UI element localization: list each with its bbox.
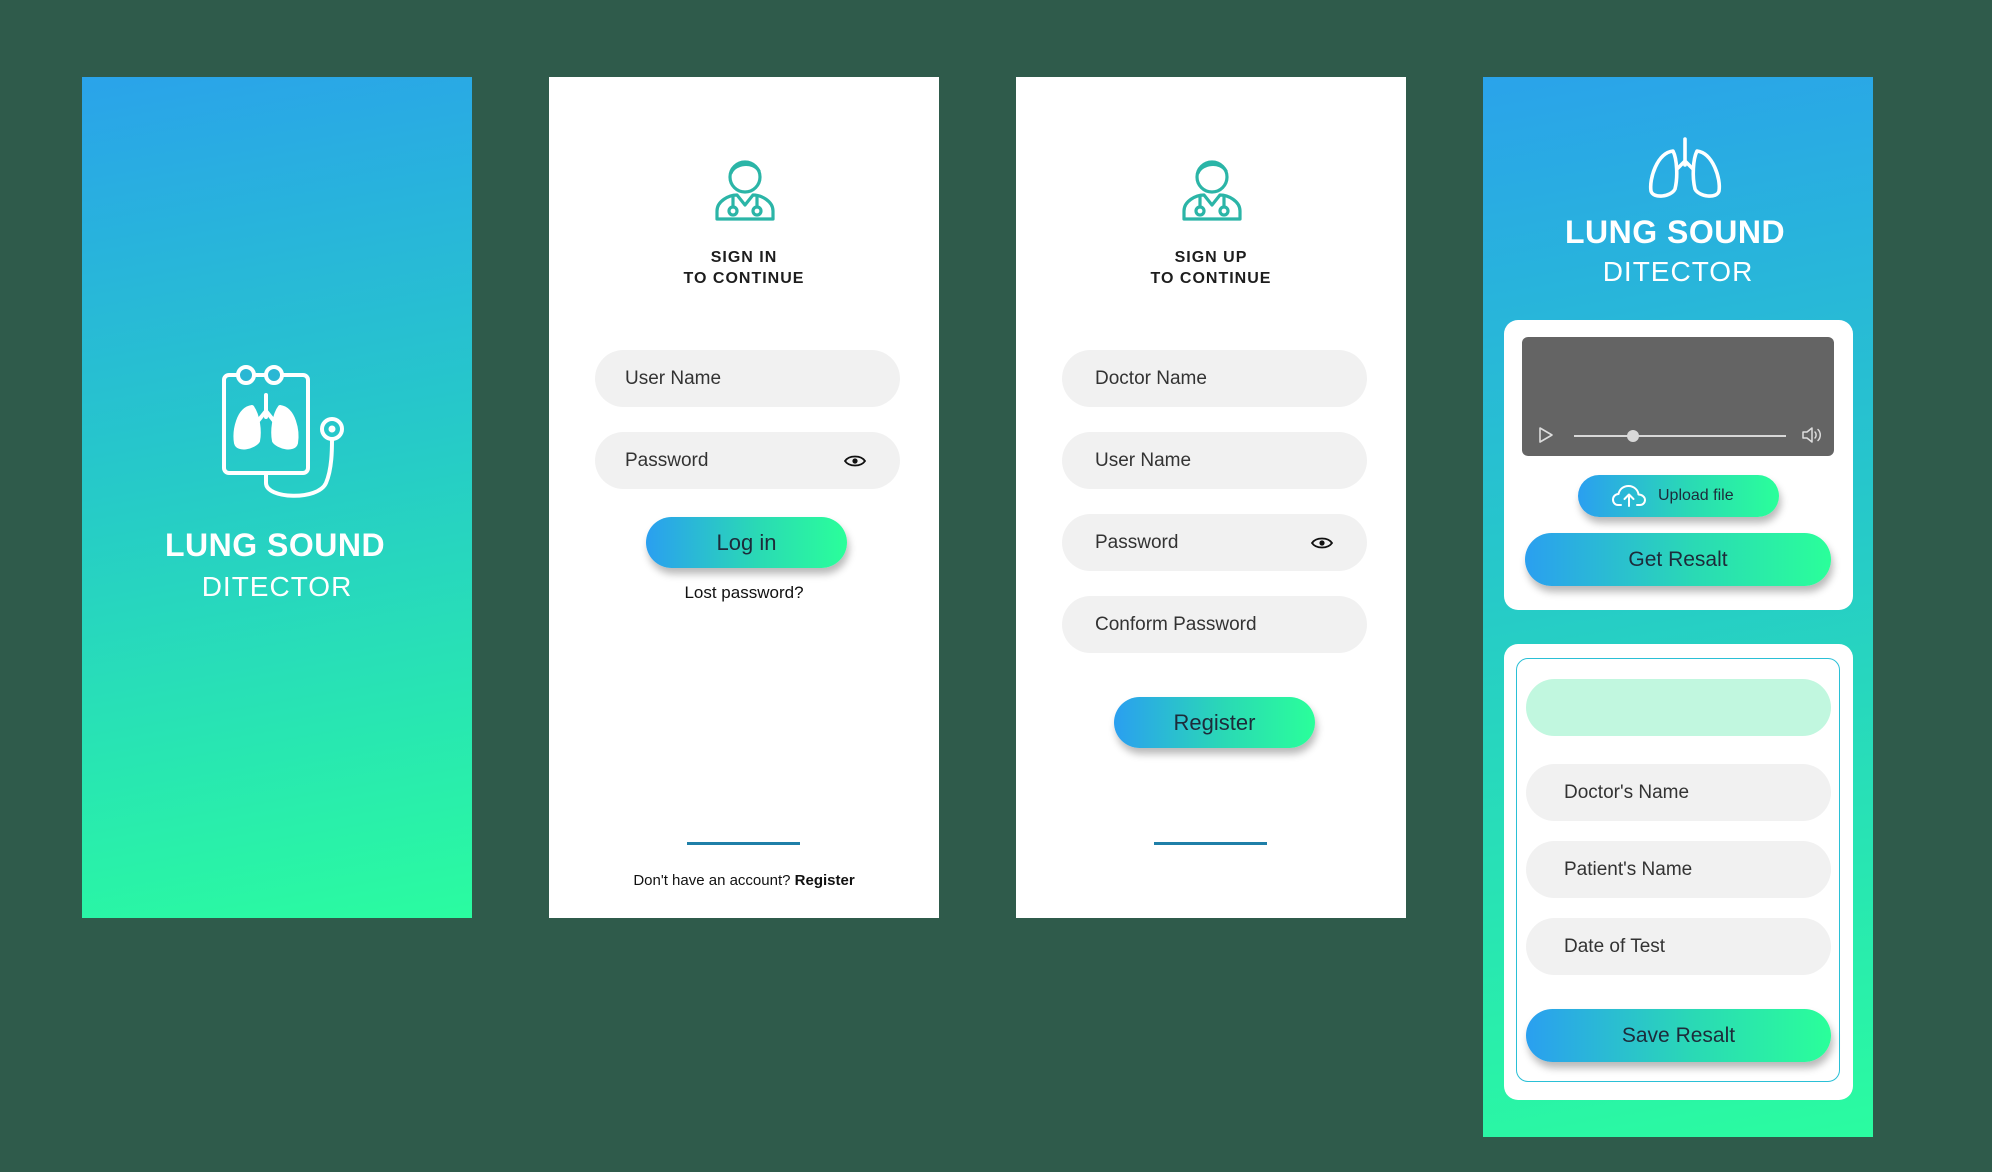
lost-password-link[interactable]: Lost password? <box>549 583 939 603</box>
upload-card: Upload file Get Resalt <box>1504 320 1853 610</box>
audio-progress-knob[interactable] <box>1627 430 1640 442</box>
app-subtitle: DITECTOR <box>1602 256 1754 287</box>
show-password-eye-icon[interactable] <box>844 454 866 468</box>
play-icon[interactable] <box>1538 426 1554 444</box>
show-password-eye-icon[interactable] <box>1311 536 1333 550</box>
password-placeholder: Password <box>1095 531 1179 553</box>
confirm-password-placeholder: Conform Password <box>1095 613 1257 635</box>
cloud-upload-icon <box>1612 485 1646 507</box>
register-button[interactable]: Register <box>1114 697 1315 748</box>
username-placeholder: User Name <box>1095 449 1192 471</box>
password-input[interactable]: Password <box>1062 514 1367 571</box>
register-prompt: Don't have an account? Register <box>549 872 939 889</box>
date-of-test-input[interactable]: Date of Test <box>1526 918 1831 975</box>
app-title: LUNG SOUND <box>1564 214 1786 250</box>
signin-heading-line1: SIGN IN <box>710 249 778 266</box>
confirm-password-input[interactable]: Conform Password <box>1062 596 1367 653</box>
patient-name-placeholder: Patient's Name <box>1564 858 1693 880</box>
password-placeholder: Password <box>625 449 709 471</box>
register-link[interactable]: Register <box>795 872 855 889</box>
username-placeholder: User Name <box>625 367 722 389</box>
analyze-screen: LUNG SOUND DITECTOR Upload file Get Resa… <box>1483 77 1873 1137</box>
signin-heading-line2: TO CONTINUE <box>683 270 805 287</box>
get-result-label: Get Resalt <box>1628 547 1728 571</box>
bottom-divider <box>1154 842 1267 845</box>
patient-name-input[interactable]: Patient's Name <box>1526 841 1831 898</box>
no-account-text: Don't have an account? <box>633 872 791 889</box>
username-input[interactable]: User Name <box>595 350 900 407</box>
save-result-button[interactable]: Save Resalt <box>1526 1009 1831 1062</box>
lungs-icon <box>1648 137 1722 198</box>
doctor-name-input[interactable]: Doctor Name <box>1062 350 1367 407</box>
doctor-avatar-icon <box>1182 160 1242 221</box>
bottom-divider <box>687 842 800 845</box>
volume-icon[interactable] <box>1801 425 1823 445</box>
password-input[interactable]: Password <box>595 432 900 489</box>
app-title: LUNG SOUND <box>164 527 386 563</box>
clipboard-lungs-stethoscope-icon <box>222 365 344 498</box>
signup-heading-line1: SIGN UP <box>1174 249 1248 266</box>
date-placeholder: Date of Test <box>1564 935 1666 957</box>
login-button-label: Log in <box>716 529 777 555</box>
signin-screen: SIGN IN TO CONTINUE User Name Password L… <box>549 77 939 918</box>
audio-player[interactable] <box>1522 337 1834 456</box>
result-display-field <box>1526 679 1831 736</box>
audio-progress-track[interactable] <box>1574 435 1786 437</box>
splash-screen: LUNG SOUND DITECTOR <box>82 77 472 918</box>
save-result-label: Save Resalt <box>1621 1023 1736 1047</box>
username-input[interactable]: User Name <box>1062 432 1367 489</box>
doctor-avatar-icon <box>715 160 775 221</box>
register-button-label: Register <box>1173 709 1256 735</box>
signup-screen: SIGN UP TO CONTINUE Doctor Name User Nam… <box>1016 77 1406 918</box>
upload-file-label: Upload file <box>1658 487 1734 504</box>
doctor-name-input[interactable]: Doctor's Name <box>1526 764 1831 821</box>
login-button[interactable]: Log in <box>646 517 847 568</box>
result-card: Doctor's Name Patient's Name Date of Tes… <box>1504 644 1853 1100</box>
upload-file-button[interactable]: Upload file <box>1578 475 1779 517</box>
get-result-button[interactable]: Get Resalt <box>1525 533 1831 586</box>
doctor-name-placeholder: Doctor Name <box>1095 367 1207 389</box>
doctor-name-placeholder: Doctor's Name <box>1564 781 1690 803</box>
app-subtitle: DITECTOR <box>201 571 353 602</box>
signup-heading-line2: TO CONTINUE <box>1150 270 1272 287</box>
